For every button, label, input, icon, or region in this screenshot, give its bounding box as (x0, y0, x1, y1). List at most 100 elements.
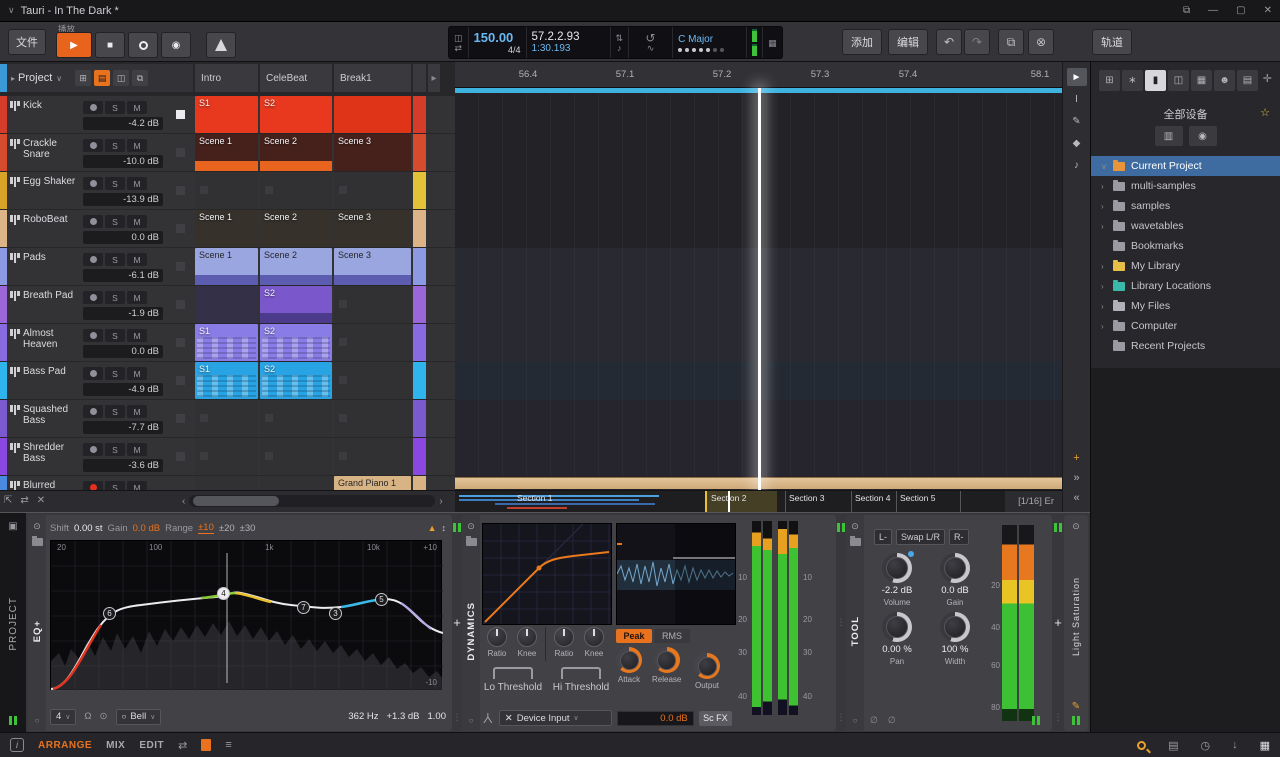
device-power-icon[interactable]: ⊙ (851, 521, 859, 532)
drag-handle-icon[interactable]: ⋮ (453, 712, 462, 723)
browser-tree-item[interactable]: › wavetables (1091, 216, 1280, 236)
chevron-icon[interactable]: › (1101, 262, 1113, 271)
clip-slot[interactable] (260, 172, 332, 209)
clip-slot[interactable] (195, 438, 258, 475)
clip-stop-button[interactable] (167, 172, 193, 209)
clip-slot[interactable] (334, 172, 411, 209)
star-view-icon[interactable]: ∗ (1122, 70, 1143, 91)
gain-value[interactable]: 0.0 dB (133, 523, 160, 534)
solo-button[interactable]: S (105, 139, 125, 152)
drag-handle-icon[interactable]: ⋮ (1054, 712, 1063, 723)
clip-slot[interactable]: Scene 2 (260, 210, 332, 247)
mixer-lines-icon[interactable]: ≡ (225, 739, 231, 751)
arm-button[interactable] (83, 481, 103, 490)
metronome-button[interactable] (206, 32, 236, 58)
device-name[interactable]: Light Saturation (1071, 577, 1081, 656)
minimize-icon[interactable]: — (1208, 5, 1218, 16)
user-view-icon[interactable]: ☻ (1214, 70, 1235, 91)
project-name[interactable]: Project (18, 72, 52, 84)
modulation-icon[interactable]: ○ (469, 716, 474, 725)
drag-handle-icon[interactable]: ⋮ (837, 712, 846, 723)
range-20-button[interactable]: ±20 (219, 523, 235, 534)
tab-mix[interactable]: MIX (106, 740, 125, 751)
sidechain-gain-value[interactable]: 0.0 dB (617, 711, 693, 726)
clip-stop-button[interactable] (167, 210, 193, 247)
track-name[interactable]: Almost Heaven (23, 324, 83, 361)
attack-knob[interactable] (616, 647, 642, 673)
clip-slot[interactable] (334, 324, 411, 361)
files-view-icon[interactable]: ▤ (1237, 70, 1258, 91)
undo-button[interactable]: ↶ (936, 29, 962, 55)
stop-button[interactable]: ■ (95, 32, 125, 58)
clip-slot[interactable] (195, 476, 258, 490)
grid-setting-label[interactable]: [1/16] Er (1018, 496, 1054, 507)
launcher-grid-icon[interactable]: ⊞ (75, 70, 91, 86)
clip[interactable]: S1 (195, 324, 258, 361)
browser-tree-item[interactable]: › Library Locations (1091, 276, 1280, 296)
gain-knob[interactable] (940, 553, 970, 583)
time-signature[interactable]: 4/4 (474, 45, 521, 55)
browser-tree-item[interactable]: Recent Projects (1091, 336, 1280, 356)
mute-button[interactable]: M (127, 367, 147, 380)
range-10-button[interactable]: ±10 (198, 522, 214, 534)
device-name[interactable]: EQ+ (32, 620, 43, 642)
clip-slot[interactable]: S1 (195, 362, 258, 399)
arm-button[interactable] (83, 177, 103, 190)
clip-slot[interactable] (334, 400, 411, 437)
add-device-icon[interactable]: + (1054, 615, 1062, 630)
device-power-icon[interactable]: ⊙ (33, 521, 41, 532)
clock-icon[interactable]: ◷ (1200, 739, 1210, 752)
clip-slot[interactable] (195, 400, 258, 437)
arm-button[interactable] (83, 405, 103, 418)
edit-button[interactable]: 编辑 (888, 29, 928, 55)
browser-tree-item[interactable]: › My Library (1091, 256, 1280, 276)
gain-reduction-display[interactable] (616, 523, 736, 625)
device-tool[interactable]: ⊙ TOOL ○ L- Swap L/R R- -2.2 dBVolume 0.… (846, 515, 1052, 731)
filter-mod-icon[interactable]: ◉ (1189, 126, 1217, 146)
band-type-select[interactable]: ○Bell∨ (116, 709, 162, 725)
pointer-tool-icon[interactable]: ► (1067, 68, 1087, 86)
clip-slot[interactable]: Scene 1 (195, 210, 258, 247)
dual-panel-icon[interactable]: ⇄ (178, 739, 187, 752)
arm-button[interactable] (83, 215, 103, 228)
device-eq-plus[interactable]: ⊙ EQ+ ○ Shift 0.00 st Gain 0.0 dB Range … (28, 515, 452, 731)
swing-icon[interactable]: ∿ (634, 43, 667, 53)
track-row[interactable]: RoboBeat S M 0.0 dB Scene 1 (0, 210, 455, 247)
track-row[interactable]: Breath Pad S M -1.9 dB (0, 286, 455, 323)
clip-slot[interactable] (195, 286, 258, 323)
punch-swap-icon[interactable]: ⇄ (454, 43, 463, 53)
clip-slot[interactable]: S2 (260, 96, 332, 133)
track-row[interactable]: Egg Shaker S M -13.9 dB (0, 172, 455, 209)
track-name[interactable]: Squashed Bass (23, 400, 83, 437)
track-name[interactable]: Bass Pad (23, 362, 83, 399)
browser-tree-item[interactable]: › Computer (1091, 316, 1280, 336)
volume-fader[interactable]: -3.6 dB (83, 459, 163, 472)
scene-scroll-icon[interactable]: ▸ (428, 64, 440, 92)
timeline-ruler[interactable]: 56.4 57.1 57.2 57.3 57.4 58.1 (455, 62, 1062, 88)
device-name[interactable]: TOOL (850, 616, 861, 646)
add-track-icon[interactable]: + (1073, 452, 1079, 464)
solo-button[interactable]: S (105, 291, 125, 304)
band-q-value[interactable]: 1.00 (428, 711, 447, 722)
scene-header[interactable]: Break1 (334, 64, 411, 92)
mute-button[interactable]: M (127, 405, 147, 418)
time-value[interactable]: 1:30.193 (532, 43, 605, 54)
solo-button[interactable]: S (105, 481, 125, 490)
clip-slot[interactable]: S2 (260, 362, 332, 399)
clip-stop-button[interactable] (167, 96, 193, 133)
download-icon[interactable]: ↓ (1232, 739, 1238, 751)
mute-button[interactable]: M (127, 481, 147, 490)
panel-icon[interactable]: ▣ (8, 521, 17, 532)
drag-handle-icon[interactable]: ⋮ (837, 617, 846, 628)
chevron-icon[interactable]: › (1101, 282, 1113, 291)
sidechain-fx-button[interactable]: Sc FX (699, 711, 732, 726)
mute-button[interactable]: M (127, 139, 147, 152)
restore-icon[interactable]: ⧉ (1183, 5, 1190, 16)
track-name[interactable]: Breath Pad (23, 286, 83, 323)
clip[interactable]: S1 (195, 96, 258, 133)
pan-knob[interactable] (882, 612, 912, 642)
clip-slot[interactable]: Scene 1 (195, 248, 258, 285)
volume-fader[interactable]: -4.2 dB (83, 117, 163, 130)
eq-curve-display[interactable]: 20 100 1k 10k +10 -10 6 4 7 3 5 (50, 540, 442, 690)
clip-stop-button[interactable] (167, 438, 193, 475)
